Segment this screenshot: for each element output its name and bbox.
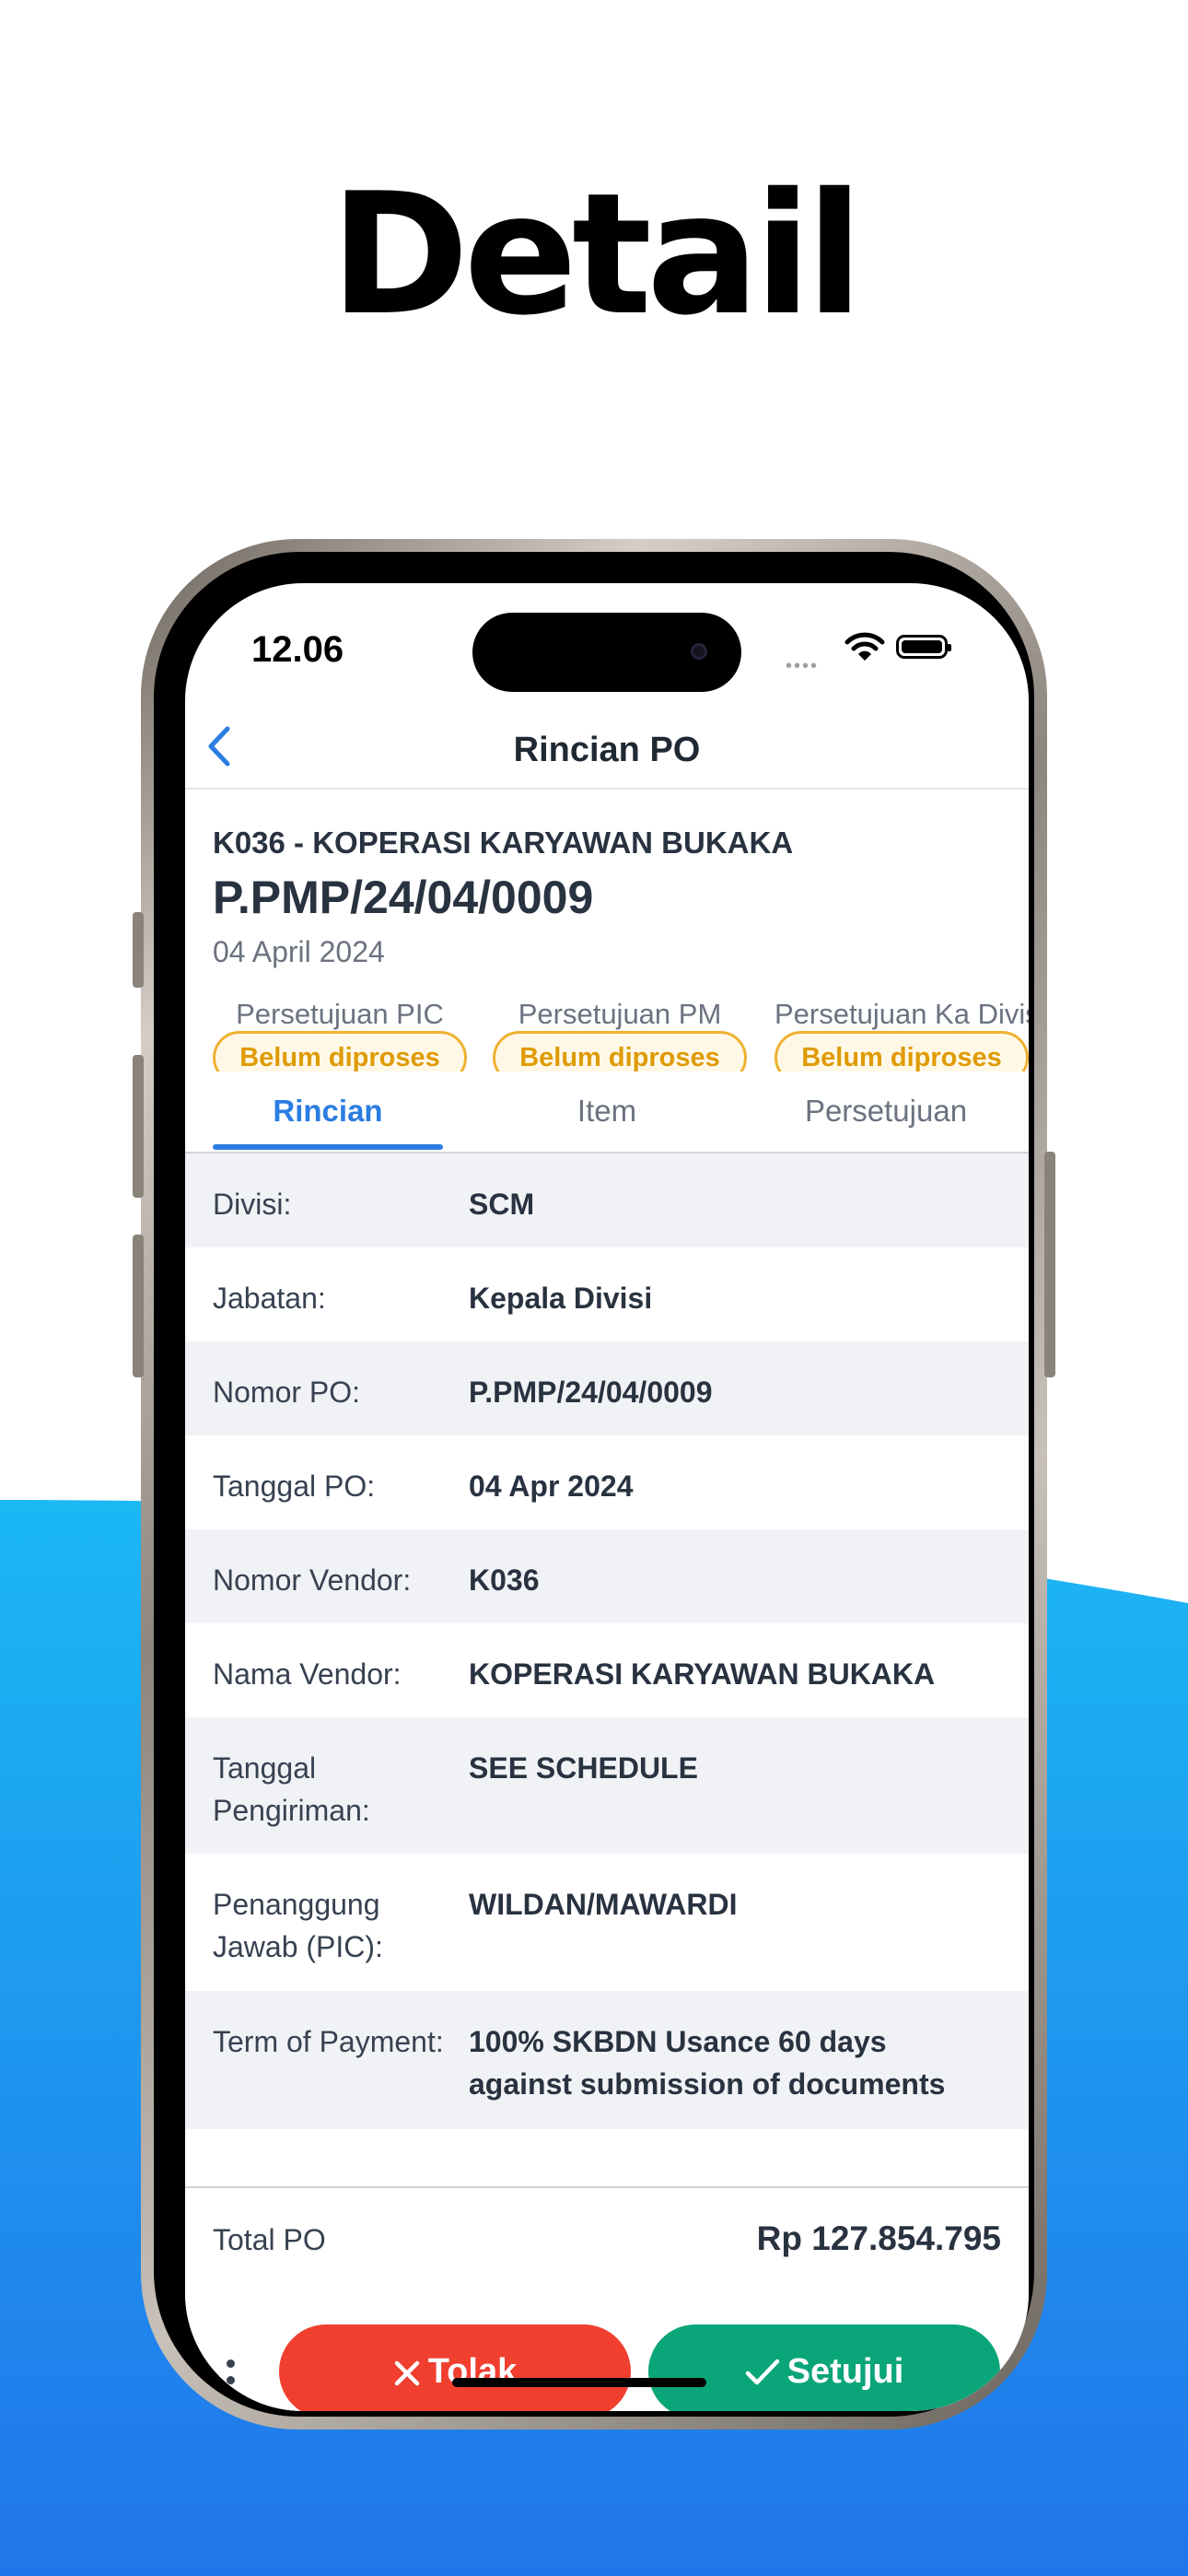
detail-value: SCM [469, 1188, 535, 1221]
detail-row-nomor-po: Nomor PO: P.PMP/24/04/0009 [185, 1341, 1029, 1435]
detail-value: 04 Apr 2024 [469, 1469, 634, 1503]
more-vertical-icon[interactable] [224, 2359, 237, 2411]
detail-value: SEE SCHEDULE [469, 1751, 698, 1785]
detail-row-pic: Penanggung Jawab (PIC): WILDAN/MAWARDI [185, 1854, 1029, 1991]
detail-value: K036 [469, 1563, 540, 1597]
detail-label: Nomor PO: [213, 1376, 361, 1409]
signal-icon: •••• [786, 656, 820, 676]
detail-label: Term of Payment: [213, 2025, 444, 2058]
total-value: Rp 127.854.795 [756, 2219, 1001, 2257]
phone-bezel: 12.06 •••• Rincian PO K036 - KOPERASI KA… [154, 552, 1034, 2417]
detail-value: 100% SKBDN Usance 60 days against submis… [469, 2025, 946, 2101]
detail-row-term-of-payment: Term of Payment: 100% SKBDN Usance 60 da… [185, 1991, 1029, 2129]
detail-value: Kepala Divisi [469, 1282, 653, 1315]
approval-pic: Persetujuan PIC Belum diproses [213, 998, 480, 1071]
detail-value: P.PMP/24/04/0009 [469, 1376, 713, 1409]
approval-label: Persetujuan Ka Divisi [775, 998, 1029, 1030]
close-icon [394, 2360, 420, 2386]
page-headline: Detail [330, 157, 863, 352]
detail-row-tanggal-pengiriman: Tanggal Pengiriman: SEE SCHEDULE [185, 1717, 1029, 1854]
approval-label: Persetujuan PM [518, 998, 722, 1030]
detail-row-divisi: Divisi: SCM [185, 1153, 1029, 1247]
detail-value: KOPERASI KARYAWAN BUKAKA [469, 1657, 936, 1691]
tab-active-indicator [213, 1144, 443, 1150]
reject-button[interactable]: Tolak [279, 2324, 631, 2411]
action-button [133, 912, 144, 988]
battery-icon [896, 635, 951, 659]
approval-ka-divisi: Persetujuan Ka Divisi Belum diproses [775, 998, 1029, 1071]
detail-label: Nama Vendor: [213, 1657, 402, 1691]
status-time: 12.06 [251, 629, 344, 670]
detail-label: Tanggal Pengiriman: [213, 1751, 370, 1827]
po-number: P.PMP/24/04/0009 [213, 872, 594, 923]
nav-bar: Rincian PO [185, 703, 1029, 790]
tab-persetujuan[interactable]: Persetujuan [771, 1085, 1001, 1150]
volume-down-button [133, 1235, 144, 1377]
phone-frame: 12.06 •••• Rincian PO K036 - KOPERASI KA… [133, 539, 1055, 2430]
detail-label: Tanggal PO: [213, 1469, 376, 1503]
tab-item[interactable]: Item [492, 1085, 722, 1150]
tab-rincian[interactable]: Rincian [213, 1085, 443, 1150]
status-badge: Belum diproses [493, 1031, 747, 1071]
detail-label: Divisi: [213, 1188, 292, 1221]
approve-button[interactable]: Setujui [648, 2324, 1000, 2411]
dynamic-island [472, 613, 741, 692]
home-indicator [452, 2378, 706, 2387]
status-badge: Belum diproses [775, 1031, 1029, 1071]
detail-list: Divisi: SCM Jabatan: Kepala Divisi Nomor… [185, 1153, 1029, 2129]
detail-row-nomor-vendor: Nomor Vendor: K036 [185, 1529, 1029, 1623]
detail-label: Penanggung Jawab (PIC): [213, 1888, 383, 1963]
wifi-icon [844, 632, 885, 661]
power-button [1044, 1152, 1055, 1377]
vendor-line: K036 - KOPERASI KARYAWAN BUKAKA [213, 825, 794, 860]
volume-up-button [133, 1055, 144, 1198]
approval-label: Persetujuan PIC [236, 998, 444, 1030]
detail-row-jabatan: Jabatan: Kepala Divisi [185, 1247, 1029, 1341]
detail-label: Nomor Vendor: [213, 1563, 412, 1597]
detail-value: WILDAN/MAWARDI [469, 1888, 738, 1921]
approval-pm: Persetujuan PM Belum diproses [493, 998, 760, 1071]
nav-title: Rincian PO [513, 731, 701, 769]
camera-icon [691, 643, 707, 660]
po-date: 04 April 2024 [213, 935, 385, 968]
detail-row-nama-vendor: Nama Vendor: KOPERASI KARYAWAN BUKAKA [185, 1623, 1029, 1717]
approval-status-strip[interactable]: Persetujuan PIC Belum diproses Persetuju… [213, 998, 1029, 1071]
status-icons: •••• [786, 631, 997, 675]
detail-row-tanggal-po: Tanggal PO: 04 Apr 2024 [185, 1435, 1029, 1529]
status-badge: Belum diproses [213, 1031, 467, 1071]
detail-label: Jabatan: [213, 1282, 326, 1315]
app-screen: 12.06 •••• Rincian PO K036 - KOPERASI KA… [185, 583, 1029, 2411]
total-label: Total PO [213, 2223, 326, 2256]
check-icon [745, 2359, 779, 2385]
approve-label: Setujui [786, 2352, 904, 2391]
tab-bar: Rincian Item Persetujuan [185, 1085, 1029, 1153]
